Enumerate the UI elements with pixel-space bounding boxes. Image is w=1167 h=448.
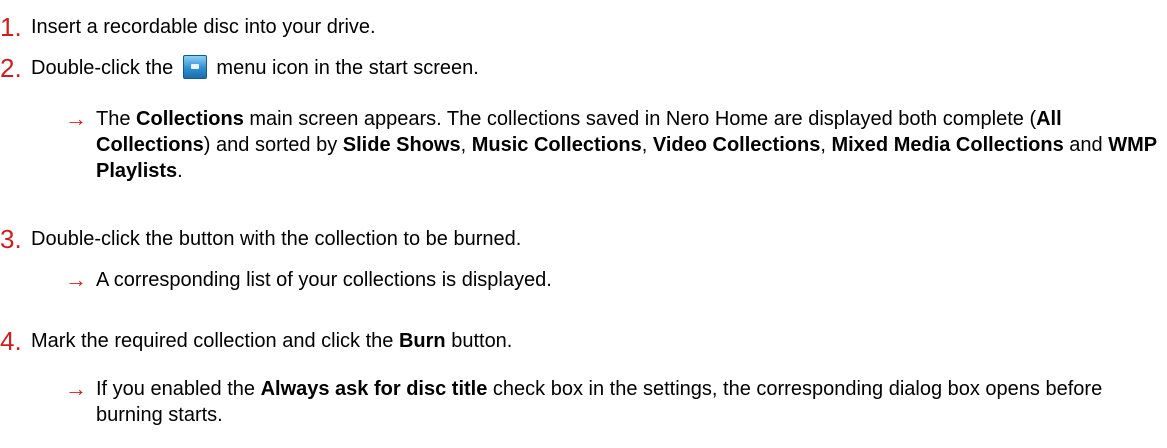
result-arrow-icon: →	[65, 376, 87, 401]
step-number: 4.	[0, 326, 22, 356]
result-arrow-icon: →	[65, 106, 87, 131]
collections-menu-icon	[182, 54, 207, 79]
step-text: Insert a recordable disc into your drive…	[31, 16, 376, 38]
result-text: If you enabled the Always ask for disc t…	[96, 378, 1103, 426]
step-text: Mark the required collection and click t…	[31, 330, 513, 352]
step-text: Double-click the menu icon in the start …	[31, 54, 479, 81]
result-text: The Collections main screen appears. The…	[96, 108, 1157, 182]
result-3: → A corresponding list of your collectio…	[65, 267, 1165, 293]
step-number: 3.	[0, 224, 22, 254]
result-text: A corresponding list of your collections…	[96, 269, 552, 291]
step-number: 2.	[0, 53, 22, 83]
result-4: → If you enabled the Always ask for disc…	[65, 376, 1165, 428]
result-2: → The Collections main screen appears. T…	[65, 106, 1165, 184]
result-arrow-icon: →	[65, 267, 87, 292]
step-number: 1.	[0, 12, 22, 42]
step-text: Double-click the button with the collect…	[31, 228, 522, 250]
